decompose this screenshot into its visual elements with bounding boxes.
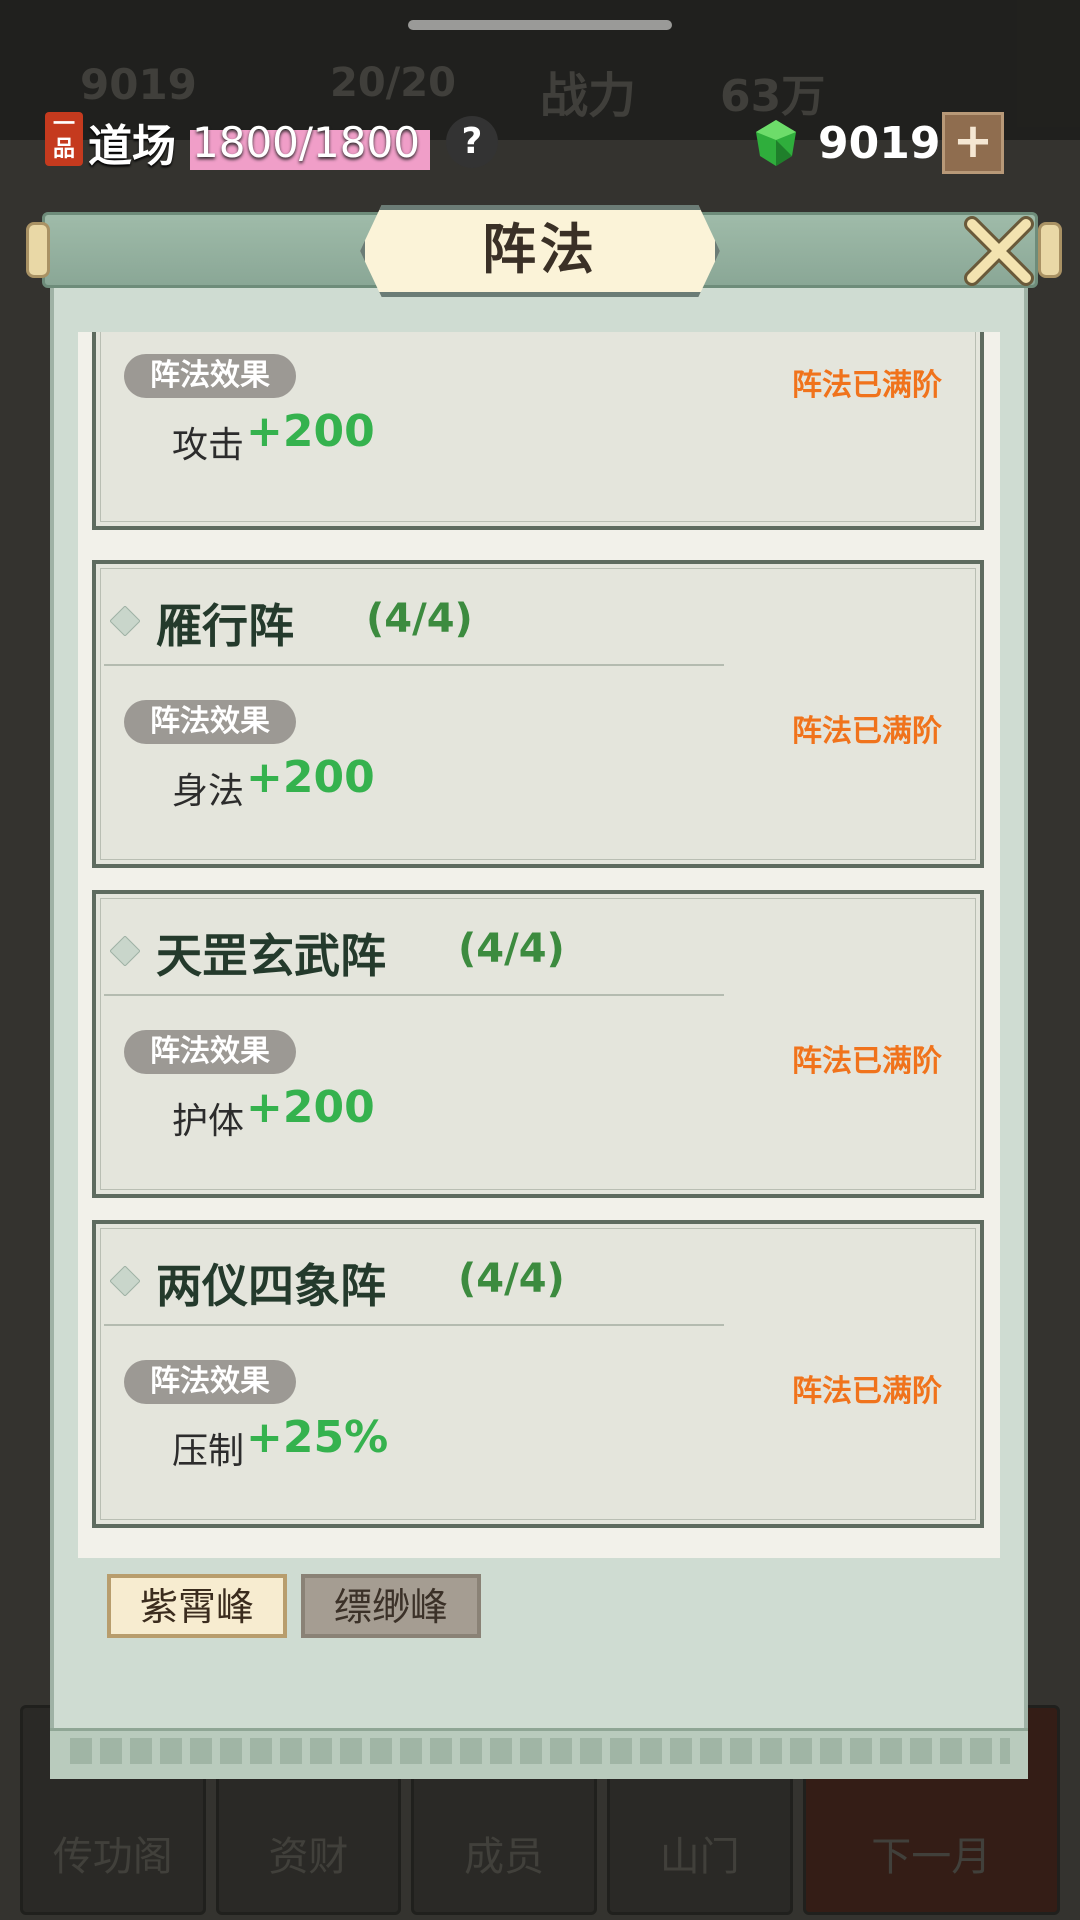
scroll-end-left: [26, 222, 50, 278]
effect-label: 阵法效果: [124, 1030, 296, 1074]
formation-card: 天罡玄武阵 (4/4) 阵法效果 护体 +200 阵法已满阶: [92, 890, 984, 1198]
maxed-status: 阵法已满阶: [792, 1044, 942, 1079]
panel-title: 阵法: [482, 218, 598, 281]
panel-footer-pattern: [70, 1738, 1010, 1764]
stat-value: +25%: [246, 1412, 389, 1463]
help-button[interactable]: ?: [446, 116, 498, 168]
gem-count: 9019: [818, 118, 941, 169]
resource-hud: 一品 道场 1800/1800 ? 9019 +: [0, 100, 1080, 190]
dojo-label: 道场: [88, 121, 176, 172]
effect-label: 阵法效果: [124, 700, 296, 744]
formation-card: 阵法效果 攻击 +200 阵法已满阶: [92, 332, 984, 530]
close-icon[interactable]: [962, 214, 1036, 288]
add-gems-button[interactable]: +: [942, 112, 1004, 174]
tab-zixiao-peak[interactable]: 紫霄峰: [107, 1574, 287, 1638]
status-bar-pill: [408, 20, 672, 30]
maxed-status: 阵法已满阶: [792, 1374, 942, 1409]
maxed-status: 阵法已满阶: [792, 368, 942, 403]
formation-name: 天罡玄武阵: [156, 929, 386, 983]
stat-name: 护体: [172, 1101, 245, 1142]
scroll-end-right: [1038, 222, 1062, 278]
maxed-status: 阵法已满阶: [792, 714, 942, 749]
stat-value: +200: [246, 752, 375, 803]
tab-piaomiao-peak[interactable]: 缥缈峰: [301, 1574, 481, 1638]
dojo-value: 1800/1800: [192, 118, 420, 167]
divider: [104, 664, 724, 666]
rank-badge: 一品: [45, 112, 83, 166]
divider: [104, 1324, 724, 1326]
stat-value: +200: [246, 406, 375, 457]
formation-card: 两仪四象阵 (4/4) 阵法效果 压制 +25% 阵法已满阶: [92, 1220, 984, 1528]
divider: [104, 994, 724, 996]
stat-name: 压制: [172, 1431, 245, 1472]
stat-value: +200: [246, 1082, 375, 1133]
gem-icon: [756, 120, 796, 166]
peak-tabs: 紫霄峰 缥缈峰: [107, 1574, 481, 1638]
stat-name: 身法: [172, 771, 245, 812]
formation-progress: (4/4): [458, 1256, 565, 1302]
formation-name: 雁行阵: [156, 599, 294, 653]
formation-card: 雁行阵 (4/4) 阵法效果 身法 +200 阵法已满阶: [92, 560, 984, 868]
stat-name: 攻击: [172, 425, 245, 466]
formation-progress: (4/4): [458, 926, 565, 972]
diamond-icon: [110, 1266, 140, 1296]
effect-label: 阵法效果: [124, 1360, 296, 1404]
formation-progress: (4/4): [366, 596, 473, 642]
diamond-icon: [110, 936, 140, 966]
effect-label: 阵法效果: [124, 354, 296, 398]
formation-name: 两仪四象阵: [156, 1259, 386, 1313]
diamond-icon: [110, 606, 140, 636]
formation-list[interactable]: 阵法效果 攻击 +200 阵法已满阶 雁行阵 (4/4) 阵法效果 身法 +20…: [78, 332, 1000, 1558]
